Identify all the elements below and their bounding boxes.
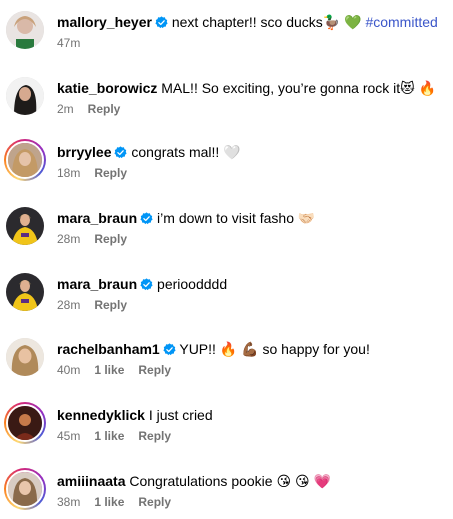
hashtag-link[interactable]: #committed xyxy=(362,14,437,30)
avatar[interactable] xyxy=(6,77,44,115)
reply-button[interactable]: Reply xyxy=(94,232,127,246)
username[interactable]: katie_borowicz xyxy=(57,80,157,96)
comment-body: amiiinaata Congratulations pookie 😘 😘 💗 … xyxy=(57,472,447,510)
comment-body: katie_borowicz MAL!! So exciting, you’re… xyxy=(57,79,447,117)
comment-text: I just cried xyxy=(148,407,213,423)
comment-text: next chapter!! sco ducks🦆 💚 xyxy=(171,14,362,30)
comment-text: perioodddd xyxy=(157,276,228,292)
comment-text: MAL!! So exciting, you’re gonna rock it😻… xyxy=(161,80,437,96)
comment-timestamp: 47m xyxy=(57,36,81,50)
reply-button[interactable]: Reply xyxy=(88,102,121,116)
comment-body: kennedyklick I just cried 45m 1 like Reply xyxy=(57,406,447,444)
comment-timestamp: 28m xyxy=(57,298,81,312)
comment-body: brryylee congrats mal!! 🤍 18m Reply xyxy=(57,143,447,181)
comment-timestamp: 28m xyxy=(57,232,81,246)
username[interactable]: brryylee xyxy=(57,144,111,160)
like-count[interactable]: 1 like xyxy=(94,363,124,377)
comment-body: mara_braun i’m down to visit fasho 🤝🏻 28… xyxy=(57,209,447,247)
like-count[interactable]: 1 like xyxy=(94,495,124,509)
avatar[interactable] xyxy=(6,273,44,311)
comment-timestamp: 38m xyxy=(57,495,81,509)
username[interactable]: mara_braun xyxy=(57,210,137,226)
comment-timestamp: 18m xyxy=(57,166,81,180)
comment-timestamp: 40m xyxy=(57,363,81,377)
avatar[interactable] xyxy=(6,338,44,376)
avatar-story-ring[interactable] xyxy=(4,468,46,510)
reply-button[interactable]: Reply xyxy=(94,298,127,312)
verified-badge-icon xyxy=(140,278,153,291)
avatar[interactable] xyxy=(6,11,44,49)
comment-text: congrats mal!! 🤍 xyxy=(131,144,241,160)
verified-badge-icon xyxy=(114,146,128,159)
comment-body: mara_braun perioodddd 28m Reply xyxy=(57,275,447,313)
reply-button[interactable]: Reply xyxy=(138,363,171,377)
avatar-story-ring[interactable] xyxy=(4,402,46,444)
comment-text: YUP!! 🔥 💪🏾 so happy for you! xyxy=(179,341,370,357)
username[interactable]: kennedyklick xyxy=(57,407,145,423)
verified-badge-icon xyxy=(155,16,168,29)
username[interactable]: mallory_heyer xyxy=(57,14,152,30)
comment-timestamp: 45m xyxy=(57,429,81,443)
username[interactable]: amiiinaata xyxy=(57,473,125,489)
avatar-story-ring[interactable] xyxy=(4,139,46,181)
verified-badge-icon xyxy=(140,212,153,225)
reply-button[interactable]: Reply xyxy=(138,429,171,443)
like-count[interactable]: 1 like xyxy=(94,429,124,443)
avatar[interactable] xyxy=(6,207,44,245)
username[interactable]: rachelbanham1 xyxy=(57,341,160,357)
comment-body: mallory_heyer next chapter!! sco ducks🦆 … xyxy=(57,13,447,51)
verified-badge-icon xyxy=(163,343,176,356)
comment-text: i’m down to visit fasho 🤝🏻 xyxy=(157,210,316,226)
comment-timestamp: 2m xyxy=(57,102,74,116)
username[interactable]: mara_braun xyxy=(57,276,137,292)
reply-button[interactable]: Reply xyxy=(94,166,127,180)
reply-button[interactable]: Reply xyxy=(138,495,171,509)
comment-text: Congratulations pookie 😘 😘 💗 xyxy=(129,473,331,489)
comment-body: rachelbanham1 YUP!! 🔥 💪🏾 so happy for yo… xyxy=(57,340,447,378)
